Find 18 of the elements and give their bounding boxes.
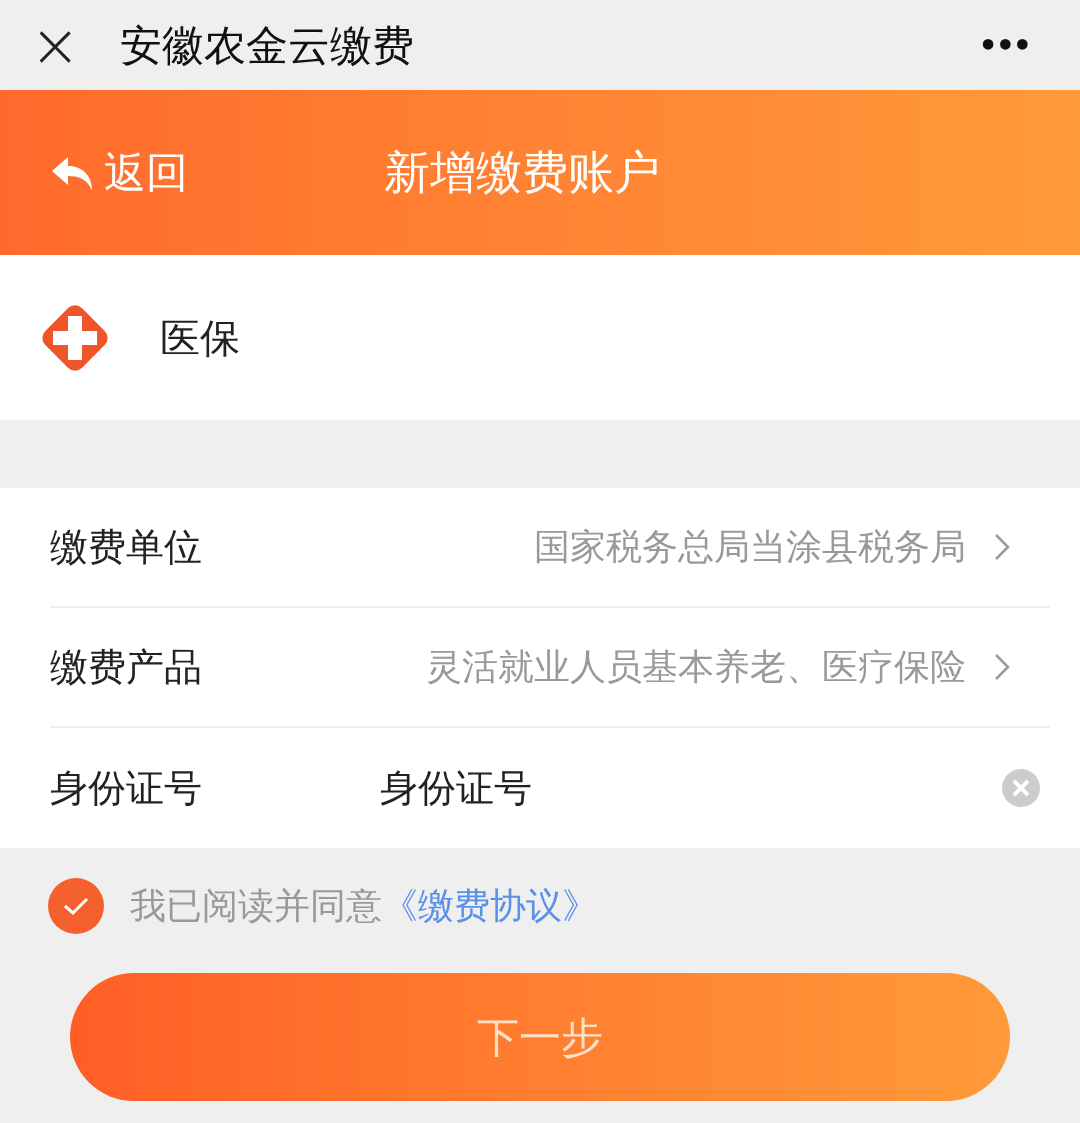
agreement-text: 我已阅读并同意	[130, 883, 382, 928]
select-field[interactable]: 灵活就业人员基本养老、医疗保险	[426, 640, 1010, 694]
id-number-input[interactable]: 身份证号	[380, 759, 1002, 817]
category-label: 医保	[160, 313, 240, 363]
back-button[interactable]: 返回	[50, 141, 188, 204]
close-button[interactable]: ×	[30, 15, 81, 75]
field-label: 身份证号	[50, 764, 203, 812]
field-label: 缴费产品	[50, 643, 203, 691]
field-label: 缴费单位	[50, 523, 203, 571]
window-title: 安徽农金云缴费	[120, 19, 415, 72]
page-title: 新增缴费账户	[384, 144, 660, 201]
next-button[interactable]: 下一步	[70, 973, 1010, 1101]
clear-icon[interactable]	[1002, 769, 1040, 807]
select-field[interactable]: 国家税务总局当涂县税务局	[534, 520, 1010, 574]
chevron-right-icon	[994, 533, 1010, 561]
chevron-right-icon	[994, 653, 1010, 681]
agreement-link[interactable]: 《缴费协议》	[382, 878, 598, 933]
more-button[interactable]: •••	[978, 22, 1030, 68]
